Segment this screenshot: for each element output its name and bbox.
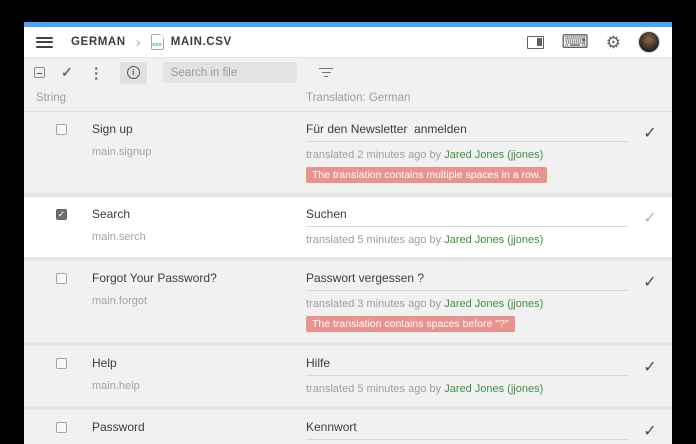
menu-icon[interactable]	[36, 37, 53, 48]
translation-text[interactable]: Kennwort	[306, 420, 628, 440]
translation-author: Jared Jones (jjones)	[444, 383, 543, 395]
user-avatar[interactable]	[638, 31, 660, 53]
translation-meta: translated 5 minutes ago by Jared Jones …	[306, 383, 628, 396]
side-panel-icon[interactable]	[527, 36, 544, 49]
approve-check-icon[interactable]: ✓	[643, 211, 656, 247]
keyboard-icon[interactable]: ⌨	[561, 33, 588, 52]
column-header-translation: Translation: German	[306, 92, 410, 104]
translation-text[interactable]: Passwort vergessen ?	[306, 271, 628, 291]
select-all-checkbox[interactable]	[34, 67, 45, 78]
translation-author: Jared Jones (jjones)	[444, 234, 543, 246]
translation-meta: translated 5 minutes ago by Jared Jones …	[306, 234, 628, 247]
approve-all-check-icon[interactable]: ✓	[61, 64, 73, 81]
translation-text[interactable]: Für den Newsletter anmelden	[306, 122, 628, 142]
breadcrumb-file[interactable]: MAIN.CSV	[171, 36, 232, 48]
source-string: Password	[92, 420, 306, 434]
csv-file-icon: csv	[151, 34, 164, 50]
approve-check-icon[interactable]: ✓	[643, 275, 656, 332]
translation-author: Jared Jones (jjones)	[444, 149, 543, 161]
translation-text[interactable]: Suchen	[306, 207, 628, 227]
chevron-right-icon: ›	[136, 35, 141, 50]
source-string: Forgot Your Password?	[92, 271, 306, 285]
titlebar-actions: ⌨ ⚙	[527, 31, 660, 53]
filter-icon[interactable]	[319, 68, 334, 78]
title-bar: GERMAN › csv MAIN.CSV ⌨ ⚙	[24, 27, 672, 58]
translation-author: Jared Jones (jjones)	[444, 298, 543, 310]
table-row[interactable]: ✓ Search main.serch Suchen translated 5 …	[24, 197, 672, 257]
row-checkbox[interactable]	[56, 358, 67, 369]
csv-file-badge: csv	[152, 42, 161, 48]
more-options-kebab-icon[interactable]: ⋮	[89, 64, 104, 82]
translation-text[interactable]: Hilfe	[306, 356, 628, 376]
approve-check-icon[interactable]: ✓	[643, 126, 656, 183]
rows-list: Sign up main.signup Für den Newsletter a…	[24, 112, 672, 444]
app-window: GERMAN › csv MAIN.CSV ⌨ ⚙ ✓ ⋮ i String T…	[24, 22, 672, 444]
search-input[interactable]	[163, 62, 297, 83]
asset-key: main.help	[92, 380, 306, 393]
approve-check-icon[interactable]: ✓	[643, 424, 656, 444]
asset-key: main.forgot	[92, 295, 306, 308]
row-checkbox[interactable]: ✓	[56, 209, 67, 220]
approve-check-icon[interactable]: ✓	[643, 360, 656, 396]
settings-gear-icon[interactable]: ⚙	[606, 34, 621, 51]
table-row[interactable]: Sign up main.signup Für den Newsletter a…	[24, 112, 672, 193]
table-row[interactable]: Password main.password Kennwort translat…	[24, 410, 672, 444]
row-checkbox[interactable]	[56, 422, 67, 433]
source-string: Search	[92, 207, 306, 221]
warning-badge: The translation contains spaces before "…	[306, 316, 515, 332]
info-icon: i	[127, 66, 140, 79]
row-checkbox[interactable]	[56, 273, 67, 284]
translation-meta: translated 2 minutes ago by Jared Jones …	[306, 149, 628, 162]
column-headers: String Translation: German	[24, 87, 672, 112]
breadcrumb-project[interactable]: GERMAN	[71, 36, 126, 48]
warning-badge: The translation contains multiple spaces…	[306, 167, 547, 183]
table-row[interactable]: Help main.help Hilfe translated 5 minute…	[24, 346, 672, 406]
row-checkbox[interactable]	[56, 124, 67, 135]
source-string: Sign up	[92, 122, 306, 136]
toolbar: ✓ ⋮ i	[24, 58, 672, 87]
translation-meta: translated 3 minutes ago by Jared Jones …	[306, 298, 628, 311]
source-string: Help	[92, 356, 306, 370]
info-button[interactable]: i	[120, 62, 147, 84]
asset-key: main.serch	[92, 231, 306, 244]
asset-key: main.signup	[92, 146, 306, 159]
table-row[interactable]: Forgot Your Password? main.forgot Passwo…	[24, 261, 672, 342]
column-header-string: String	[36, 92, 66, 104]
